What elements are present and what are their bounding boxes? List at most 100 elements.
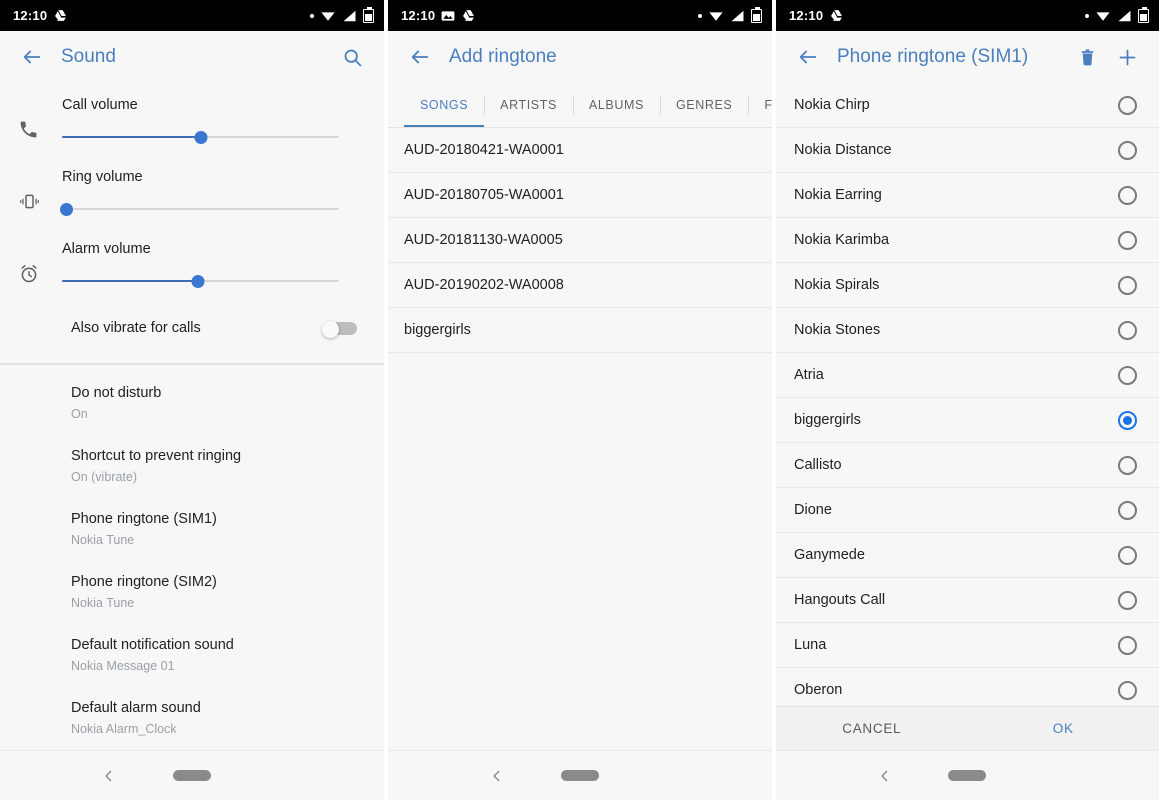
ringtone-name: Nokia Karimba (794, 232, 890, 248)
setting-title: Shortcut to prevent ringing (71, 448, 242, 464)
volume-control-call: Call volume (62, 97, 366, 144)
status-bar-right (1085, 6, 1149, 23)
volume-row-ring: Ring volume (0, 159, 384, 231)
setting-phone-ringtone-sim1[interactable]: Phone ringtone (SIM1) Nokia Tune (0, 497, 384, 560)
vibrate-for-calls-toggle[interactable] (322, 320, 357, 338)
ringtone-row[interactable]: Nokia Chirp (776, 83, 1159, 128)
song-list-body: AUD-20180421-WA0001 AUD-20180705-WA0001 … (388, 128, 772, 750)
ringtone-row[interactable]: Nokia Earring (776, 173, 1159, 218)
cancel-button[interactable]: CANCEL (776, 721, 968, 736)
radio-button[interactable] (1118, 140, 1137, 160)
radio-button[interactable] (1118, 635, 1137, 655)
alarm-volume-slider[interactable] (62, 274, 339, 288)
signal-icon (730, 10, 745, 22)
chevron-left-icon[interactable] (870, 761, 900, 791)
home-pill-icon[interactable] (948, 770, 987, 781)
chevron-left-icon[interactable] (94, 761, 124, 791)
radio-button[interactable] (1118, 500, 1137, 520)
photo-icon (441, 10, 455, 22)
ringtone-row[interactable]: Nokia Spirals (776, 263, 1159, 308)
setting-title: Phone ringtone (SIM1) (71, 511, 217, 527)
wifi-icon (1095, 10, 1111, 22)
plus-icon[interactable] (1107, 37, 1147, 77)
slider-thumb[interactable] (194, 130, 207, 144)
list-item[interactable]: AUD-20190202-WA0008 (388, 263, 772, 308)
radio-button[interactable] (1118, 230, 1137, 250)
setting-default-notification-sound[interactable]: Default notification sound Nokia Message… (0, 623, 384, 686)
panel-add-ringtone: 12:10 Add ringtone SONGS ARTISTS ALBUMS … (388, 0, 772, 800)
chevron-left-icon[interactable] (482, 761, 512, 791)
slider-thumb[interactable] (191, 274, 205, 288)
ringtone-row[interactable]: Ganymede (776, 533, 1159, 578)
ringtone-row[interactable]: Hangouts Call (776, 578, 1159, 623)
slider-thumb[interactable] (60, 202, 73, 216)
navigation-bar (0, 750, 384, 800)
ringtone-list: Nokia Chirp Nokia Distance Nokia Earring… (776, 83, 1159, 706)
ringtone-row[interactable]: Nokia Distance (776, 128, 1159, 173)
setting-phone-ringtone-sim2[interactable]: Phone ringtone (SIM2) Nokia Tune (0, 560, 384, 623)
slider-fill (62, 280, 198, 282)
radio-button[interactable] (1118, 275, 1137, 295)
call-volume-slider[interactable] (62, 130, 339, 144)
radio-button[interactable] (1118, 545, 1137, 565)
ring-volume-slider[interactable] (60, 202, 339, 216)
list-item[interactable]: AUD-20181130-WA0005 (388, 218, 772, 263)
radio-button[interactable] (1118, 455, 1137, 475)
tab-folders[interactable]: FOLDERS (748, 83, 772, 127)
ringtone-row[interactable]: Nokia Karimba (776, 218, 1159, 263)
setting-do-not-disturb[interactable]: Do not disturb On (0, 371, 384, 434)
drive-icon (461, 9, 476, 22)
trash-icon[interactable] (1067, 37, 1107, 77)
battery-icon (1138, 6, 1149, 23)
volume-label-ring: Ring volume (62, 169, 143, 185)
ringtone-name: Ganymede (794, 547, 865, 563)
ok-button[interactable]: OK (968, 721, 1160, 736)
sound-body: Call volume Ring volume Alarm volume Als… (0, 83, 384, 750)
setting-default-alarm-sound[interactable]: Default alarm sound Nokia Alarm_Clock (0, 686, 384, 749)
ringtone-row-selected[interactable]: biggergirls (776, 398, 1159, 443)
list-item[interactable]: AUD-20180705-WA0001 (388, 173, 772, 218)
back-button[interactable] (12, 37, 52, 77)
status-bar-right (310, 6, 374, 23)
ringtone-row[interactable]: Luna (776, 623, 1159, 668)
ringtone-row[interactable]: Callisto (776, 443, 1159, 488)
home-pill-icon[interactable] (560, 770, 599, 781)
vibrate-for-calls-row[interactable]: Also vibrate for calls (0, 303, 384, 353)
screenshot-panels: 12:10 Sound Call volume Ring volume Alar… (0, 0, 1163, 800)
home-pill-icon[interactable] (172, 770, 211, 781)
navigation-bar (776, 750, 1159, 800)
radio-button[interactable] (1118, 185, 1137, 205)
back-button[interactable] (400, 37, 440, 77)
tab-genres[interactable]: GENRES (659, 83, 748, 127)
ringtone-row[interactable]: Dione (776, 488, 1159, 533)
tab-songs[interactable]: SONGS (404, 83, 485, 127)
status-time: 12:10 (401, 8, 436, 23)
setting-title: Default alarm sound (71, 700, 201, 716)
ringtone-row[interactable]: Atria (776, 353, 1159, 398)
list-item[interactable]: biggergirls (388, 308, 772, 353)
search-button[interactable] (332, 37, 372, 77)
radio-button-selected[interactable] (1118, 410, 1137, 430)
setting-subtitle: Nokia Message 01 (71, 659, 175, 673)
back-button[interactable] (788, 37, 828, 77)
status-bar: 12:10 (0, 0, 384, 31)
wifi-icon (320, 10, 336, 22)
ringtone-row[interactable]: Nokia Stones (776, 308, 1159, 353)
signal-icon (342, 10, 357, 22)
ringtone-row[interactable]: Oberon (776, 668, 1159, 706)
ringtone-name: Nokia Earring (794, 187, 882, 203)
tab-artists[interactable]: ARTISTS (484, 83, 573, 127)
setting-title: Default notification sound (71, 637, 234, 653)
tab-albums[interactable]: ALBUMS (572, 83, 660, 127)
radio-button[interactable] (1118, 320, 1137, 340)
setting-subtitle: On (71, 407, 88, 421)
radio-button[interactable] (1118, 95, 1137, 115)
volume-control-ring: Ring volume (60, 169, 366, 216)
dot-icon (698, 13, 702, 18)
setting-shortcut-prevent-ringing[interactable]: Shortcut to prevent ringing On (vibrate) (0, 434, 384, 497)
radio-button[interactable] (1118, 680, 1137, 700)
ringtone-name: Dione (794, 502, 832, 518)
radio-button[interactable] (1118, 365, 1137, 385)
list-item[interactable]: AUD-20180421-WA0001 (388, 128, 772, 173)
radio-button[interactable] (1118, 590, 1137, 610)
